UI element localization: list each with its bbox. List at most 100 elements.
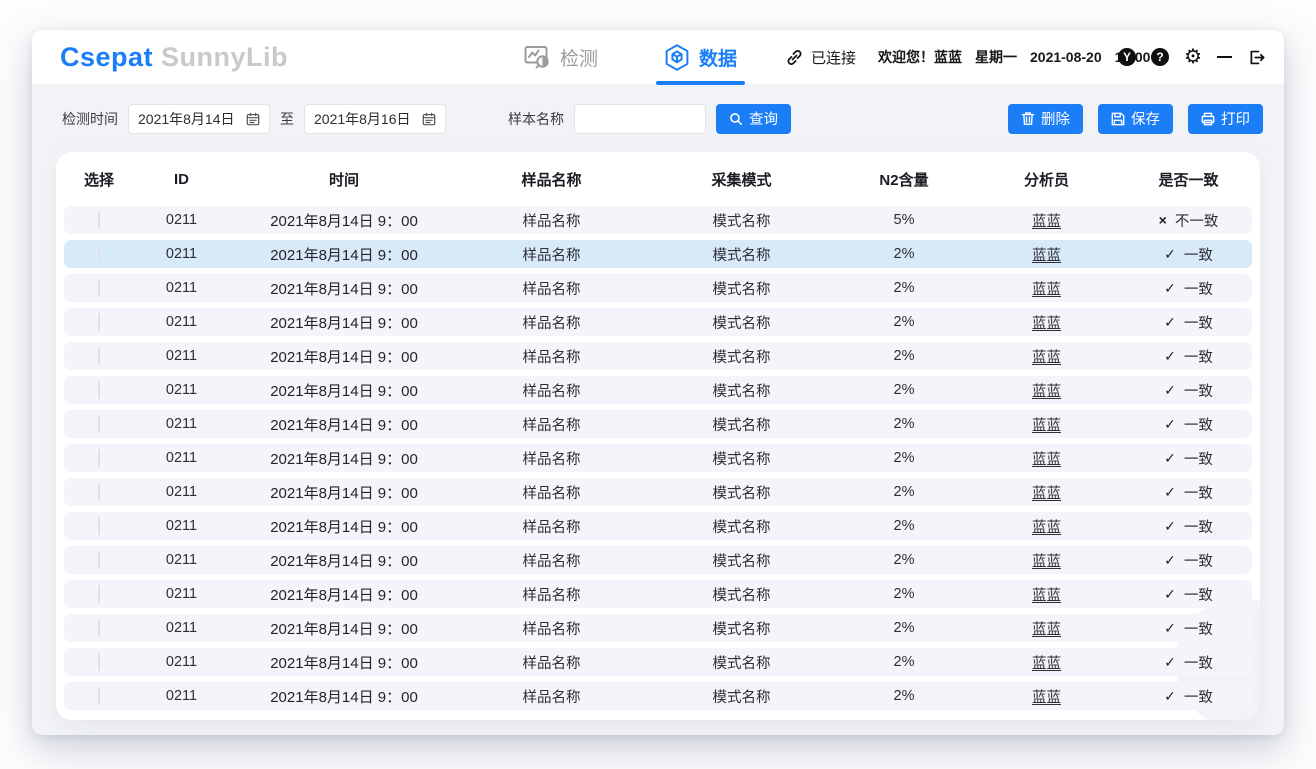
settings-gear-icon[interactable]: ⚙ — [1184, 47, 1202, 67]
table-row[interactable]: 0211 2021年8月14日 9：00 样品名称 模式名称 2% 蓝蓝 ✓ 一… — [64, 376, 1252, 404]
welcome-group: 欢迎您！蓝蓝 星期一 2021-08-20 16:00 — [878, 47, 1150, 67]
logout-icon[interactable] — [1247, 48, 1266, 67]
cell-id: 0211 — [134, 688, 229, 704]
logo-secondary: SunnyLib — [161, 42, 288, 73]
table-row[interactable]: 0211 2021年8月14日 9：00 样品名称 模式名称 2% 蓝蓝 ✓ 一… — [64, 444, 1252, 472]
cell-analyst-link[interactable]: 蓝蓝 — [1032, 486, 1061, 502]
row-checkbox[interactable] — [98, 245, 100, 263]
cell-consistency: ✓ 一致 — [1124, 346, 1253, 367]
cell-time: 2021年8月14日 9：00 — [229, 312, 459, 333]
cell-analyst-link[interactable]: 蓝蓝 — [1032, 690, 1061, 706]
date-to-picker[interactable]: 2021年8月16日 — [304, 104, 446, 134]
table-row[interactable]: 0211 2021年8月14日 9：00 样品名称 模式名称 2% 蓝蓝 ✓ 一… — [64, 512, 1252, 540]
cell-sample-name: 样品名称 — [459, 686, 644, 707]
cell-analyst-link[interactable]: 蓝蓝 — [1032, 350, 1061, 366]
consistency-mark-icon: ✓ — [1164, 518, 1176, 535]
row-checkbox[interactable] — [98, 585, 100, 603]
consistency-label: 一致 — [1184, 244, 1213, 265]
row-checkbox[interactable] — [98, 279, 100, 297]
cell-analyst-link[interactable]: 蓝蓝 — [1032, 282, 1061, 298]
table-row[interactable]: 0211 2021年8月14日 9：00 样品名称 模式名称 2% 蓝蓝 ✓ 一… — [64, 342, 1252, 370]
row-checkbox[interactable] — [98, 619, 100, 637]
wrench-circle-icon[interactable]: Y — [1118, 48, 1136, 66]
tab-data-label: 数据 — [699, 44, 737, 71]
row-checkbox[interactable] — [98, 517, 100, 535]
minimize-icon[interactable] — [1217, 56, 1232, 58]
main-nav: 检测 数据 — [520, 30, 741, 85]
cell-consistency: ✓ 一致 — [1124, 482, 1253, 503]
hexagon-cube-icon — [664, 44, 690, 71]
cell-analyst-link[interactable]: 蓝蓝 — [1032, 384, 1061, 400]
table-row[interactable]: 0211 2021年8月14日 9：00 样品名称 模式名称 2% 蓝蓝 ✓ 一… — [64, 546, 1252, 574]
logo-primary: Csepat — [60, 42, 153, 73]
date-range-label: 检测时间 — [62, 109, 118, 129]
table-row[interactable]: 0211 2021年8月14日 9：00 样品名称 模式名称 5% 蓝蓝 × 不… — [64, 206, 1252, 234]
cell-analyst-link[interactable]: 蓝蓝 — [1032, 316, 1061, 332]
table-row[interactable]: 0211 2021年8月14日 9：00 样品名称 模式名称 2% 蓝蓝 ✓ 一… — [64, 648, 1252, 676]
table-row[interactable]: 0211 2021年8月14日 9：00 样品名称 模式名称 2% 蓝蓝 ✓ 一… — [64, 308, 1252, 336]
cell-consistency: ✓ 一致 — [1124, 380, 1253, 401]
cell-time: 2021年8月14日 9：00 — [229, 482, 459, 503]
cell-n2-content: 2% — [839, 518, 969, 534]
date-from-picker[interactable]: 2021年8月14日 — [128, 104, 270, 134]
calendar-icon — [422, 112, 436, 126]
cell-analyst-link[interactable]: 蓝蓝 — [1032, 588, 1061, 604]
consistency-mark-icon: ✓ — [1164, 654, 1176, 671]
weekday-text: 星期一 — [975, 47, 1017, 67]
table-row[interactable]: 0211 2021年8月14日 9：00 样品名称 模式名称 2% 蓝蓝 ✓ 一… — [64, 614, 1252, 642]
date-to-value: 2021年8月16日 — [314, 109, 411, 129]
row-checkbox[interactable] — [98, 381, 100, 399]
cell-analyst-link[interactable]: 蓝蓝 — [1032, 554, 1061, 570]
consistency-mark-icon: ✓ — [1164, 484, 1176, 501]
row-checkbox[interactable] — [98, 313, 100, 331]
cell-time: 2021年8月14日 9：00 — [229, 686, 459, 707]
col-header-select: 选择 — [64, 169, 134, 190]
table-row[interactable]: 0211 2021年8月14日 9：00 样品名称 模式名称 2% 蓝蓝 ✓ 一… — [64, 274, 1252, 302]
save-icon — [1111, 112, 1125, 126]
table-row[interactable]: 0211 2021年8月14日 9：00 样品名称 模式名称 2% 蓝蓝 ✓ 一… — [64, 410, 1252, 438]
row-checkbox[interactable] — [98, 347, 100, 365]
cell-sample-name: 样品名称 — [459, 550, 644, 571]
sample-name-input[interactable] — [574, 104, 706, 134]
cell-analyst-link[interactable]: 蓝蓝 — [1032, 622, 1061, 638]
table-body: 0211 2021年8月14日 9：00 样品名称 模式名称 5% 蓝蓝 × 不… — [56, 206, 1260, 710]
table-row[interactable]: 0211 2021年8月14日 9：00 样品名称 模式名称 2% 蓝蓝 ✓ 一… — [64, 682, 1252, 710]
link-icon — [785, 48, 804, 67]
row-checkbox[interactable] — [98, 415, 100, 433]
save-button[interactable]: 保存 — [1098, 104, 1173, 134]
cell-mode: 模式名称 — [644, 346, 839, 367]
table-row[interactable]: 0211 2021年8月14日 9：00 样品名称 模式名称 2% 蓝蓝 ✓ 一… — [64, 240, 1252, 268]
cell-mode: 模式名称 — [644, 312, 839, 333]
cell-analyst-link[interactable]: 蓝蓝 — [1032, 656, 1061, 672]
app-header: Csepat SunnyLib 检测 — [32, 30, 1284, 85]
tab-detection[interactable]: 检测 — [520, 30, 602, 85]
printer-icon — [1201, 112, 1215, 126]
cell-analyst-link[interactable]: 蓝蓝 — [1032, 520, 1061, 536]
tab-data[interactable]: 数据 — [660, 30, 741, 85]
row-checkbox[interactable] — [98, 449, 100, 467]
cell-analyst-link[interactable]: 蓝蓝 — [1032, 248, 1061, 264]
cell-consistency: × 不一致 — [1124, 210, 1253, 231]
row-checkbox[interactable] — [98, 551, 100, 569]
table-row[interactable]: 0211 2021年8月14日 9：00 样品名称 模式名称 2% 蓝蓝 ✓ 一… — [64, 478, 1252, 506]
cell-consistency: ✓ 一致 — [1124, 618, 1253, 639]
row-checkbox[interactable] — [98, 653, 100, 671]
consistency-label: 一致 — [1184, 482, 1213, 503]
cell-time: 2021年8月14日 9：00 — [229, 278, 459, 299]
cell-analyst-link[interactable]: 蓝蓝 — [1032, 418, 1061, 434]
cell-id: 0211 — [134, 246, 229, 262]
table-row[interactable]: 0211 2021年8月14日 9：00 样品名称 模式名称 2% 蓝蓝 ✓ 一… — [64, 580, 1252, 608]
row-checkbox[interactable] — [98, 483, 100, 501]
row-checkbox[interactable] — [98, 687, 100, 705]
print-button[interactable]: 打印 — [1188, 104, 1263, 134]
cell-analyst-link[interactable]: 蓝蓝 — [1032, 214, 1061, 230]
cell-sample-name: 样品名称 — [459, 346, 644, 367]
help-circle-icon[interactable]: ? — [1151, 48, 1169, 66]
calendar-icon — [246, 112, 260, 126]
row-checkbox[interactable] — [98, 211, 100, 229]
query-button[interactable]: 查询 — [716, 104, 791, 134]
delete-button[interactable]: 删除 — [1008, 104, 1083, 134]
cell-n2-content: 2% — [839, 654, 969, 670]
cell-sample-name: 样品名称 — [459, 652, 644, 673]
cell-analyst-link[interactable]: 蓝蓝 — [1032, 452, 1061, 468]
